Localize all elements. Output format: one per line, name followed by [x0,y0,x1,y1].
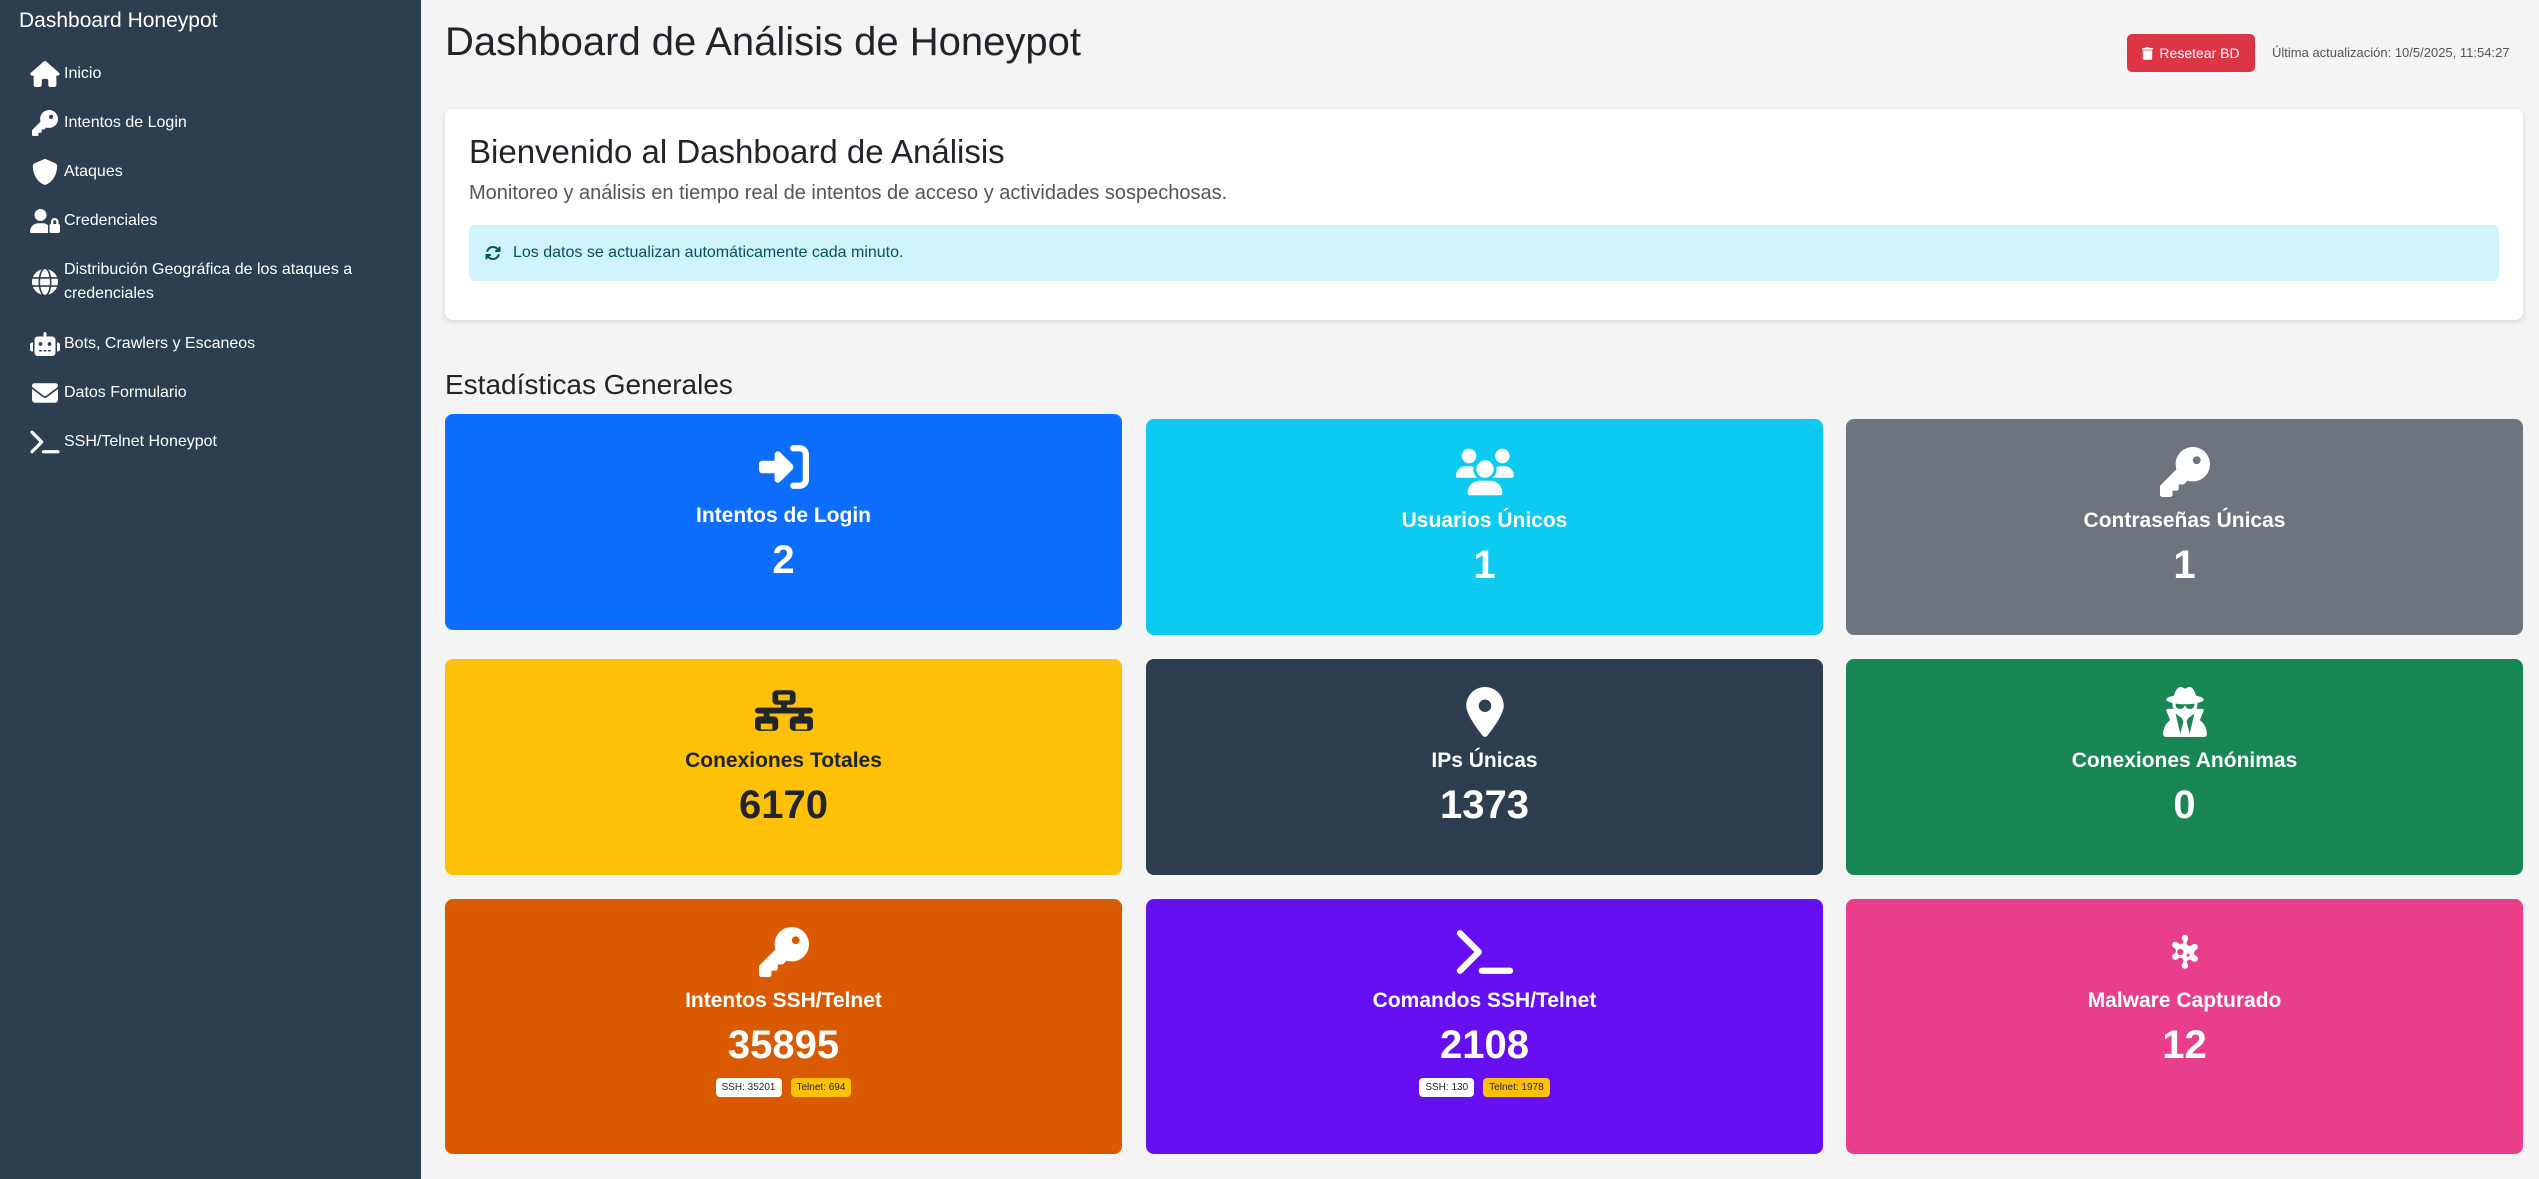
refresh-icon [485,245,501,260]
stat-label: Usuarios Únicos [1401,509,1568,532]
sidebar-item-intentos-login[interactable]: Intentos de Login [0,98,421,147]
sidebar-item-ataques[interactable]: Ataques [0,147,421,196]
stat-card-comandos-ssh-telnet: Comandos SSH/Telnet 2108 SSH: 130 Telnet… [1146,899,1823,1154]
sidebar-item-label: Ataques [64,162,123,180]
sidebar-item-credenciales[interactable]: Credenciales [0,196,421,245]
stat-label: Intentos SSH/Telnet [685,989,882,1012]
ssh-badge: SSH: 35201 [715,1078,782,1097]
stat-card-malware-capturado: Malware Capturado 12 [1846,899,2523,1154]
stat-card-intentos-login: Intentos de Login 2 [445,414,1122,630]
sidebar-item-inicio[interactable]: Inicio [0,49,421,98]
map-marker-icon [1456,685,1514,739]
shield-icon [30,157,64,187]
sidebar-item-label: Bots, Crawlers y Escaneos [64,334,256,352]
stat-label: IPs Únicas [1431,749,1538,772]
stat-label: Conexiones Totales [685,749,882,772]
section-title: Estadísticas Generales [445,369,733,400]
stat-label: Conexiones Anónimas [2071,749,2298,772]
stat-value: 35895 [727,1023,840,1067]
terminal-icon [1456,925,1514,979]
sidebar: Dashboard Honeypot Inicio Intentos de Lo… [0,0,421,1179]
auto-refresh-alert: Los datos se actualizan automáticamente … [469,225,2499,281]
protocol-badges: SSH: 35201 Telnet: 694 [715,1078,852,1097]
robot-icon [30,329,64,359]
envelope-icon [30,378,64,408]
stat-value: 0 [2173,783,2196,827]
stat-card-ips-unicas: IPs Únicas 1373 [1146,659,1823,875]
sidebar-item-distribucion-geografica[interactable]: Distribución Geográfica de los ataques a… [0,245,421,319]
stat-label: Intentos de Login [696,504,871,527]
sidebar-item-bots[interactable]: Bots, Crawlers y Escaneos [0,319,421,368]
stat-value: 12 [2162,1023,2207,1067]
sidebar-brand[interactable]: Dashboard Honeypot [0,0,421,49]
stat-value: 1 [1473,543,1496,587]
virus-icon [2156,925,2214,979]
stat-value: 1 [2173,543,2196,587]
key-icon [2156,445,2214,499]
auto-refresh-text: Los datos se actualizan automáticamente … [513,244,904,261]
welcome-card: Bienvenido al Dashboard de Análisis Moni… [445,109,2523,320]
stat-value: 2 [772,538,795,582]
sign-in-icon [755,440,813,494]
telnet-badge: Telnet: 1978 [1483,1078,1550,1097]
sidebar-item-label: Intentos de Login [64,113,187,131]
network-icon [754,685,813,739]
sidebar-item-label: SSH/Telnet Honeypot [64,432,217,450]
ssh-badge: SSH: 130 [1419,1078,1475,1097]
globe-icon [30,267,64,297]
sidebar-item-label: Inicio [64,64,102,82]
telnet-badge: Telnet: 694 [790,1078,852,1097]
stat-value: 1373 [1440,783,1529,827]
reset-db-label: Resetear BD [2159,45,2240,61]
welcome-title: Bienvenido al Dashboard de Análisis [469,133,1005,170]
last-update-text: Última actualización: 10/5/2025, 11:54:2… [2272,45,2510,60]
spy-icon [2156,685,2214,739]
sidebar-item-datos-formulario[interactable]: Datos Formulario [0,368,421,417]
stat-label: Comandos SSH/Telnet [1372,989,1597,1012]
stat-card-conexiones-totales: Conexiones Totales 6170 [445,659,1122,875]
trash-icon [2142,46,2154,60]
page-title: Dashboard de Análisis de Honeypot [445,20,1081,64]
main-content: Dashboard de Análisis de Honeypot Resete… [421,0,2539,1179]
stat-value: 6170 [739,783,828,827]
sidebar-item-label: Datos Formulario [64,383,187,401]
key-icon [755,925,813,979]
sidebar-item-ssh-telnet[interactable]: SSH/Telnet Honeypot [0,417,421,466]
protocol-badges: SSH: 130 Telnet: 1978 [1419,1078,1550,1097]
user-lock-icon [30,206,64,236]
key-icon [30,108,64,138]
welcome-subtitle: Monitoreo y análisis en tiempo real de i… [469,182,1228,204]
home-icon [30,59,64,89]
stat-label: Contraseñas Únicas [2083,509,2286,532]
sidebar-item-label: Credenciales [64,211,158,229]
stat-card-intentos-ssh-telnet: Intentos SSH/Telnet 35895 SSH: 35201 Tel… [445,899,1122,1154]
users-icon [1455,445,1514,499]
stat-value: 2108 [1440,1023,1529,1067]
terminal-icon [30,427,64,457]
reset-db-button[interactable]: Resetear BD [2127,34,2255,72]
stat-label: Malware Capturado [2087,989,2282,1012]
stat-card-conexiones-anonimas: Conexiones Anónimas 0 [1846,659,2523,875]
stat-card-usuarios-unicos: Usuarios Únicos 1 [1146,419,1823,635]
sidebar-item-label: Distribución Geográfica de los ataques a… [64,261,353,302]
stat-card-contrasenas-unicas: Contraseñas Únicas 1 [1846,419,2523,635]
